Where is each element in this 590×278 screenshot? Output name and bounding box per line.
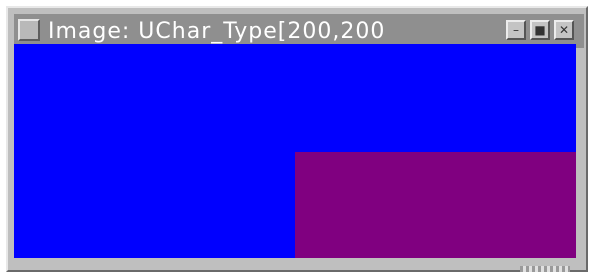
image-canvas[interactable] — [14, 44, 576, 258]
window-title: Image: UChar_Type[200,200 — [48, 19, 386, 44]
resize-grip[interactable] — [520, 266, 570, 272]
minimize-icon: – — [513, 23, 519, 37]
close-icon: ✕ — [558, 23, 570, 37]
purple-rectangle — [295, 152, 576, 258]
title-bar[interactable]: Image: UChar_Type[200,200 – ■ ✕ — [14, 14, 584, 48]
system-menu-icon[interactable] — [18, 19, 40, 41]
maximize-button[interactable]: ■ — [530, 20, 550, 40]
minimize-button[interactable]: – — [506, 20, 526, 40]
maximize-icon: ■ — [534, 23, 546, 37]
close-button[interactable]: ✕ — [554, 20, 574, 40]
